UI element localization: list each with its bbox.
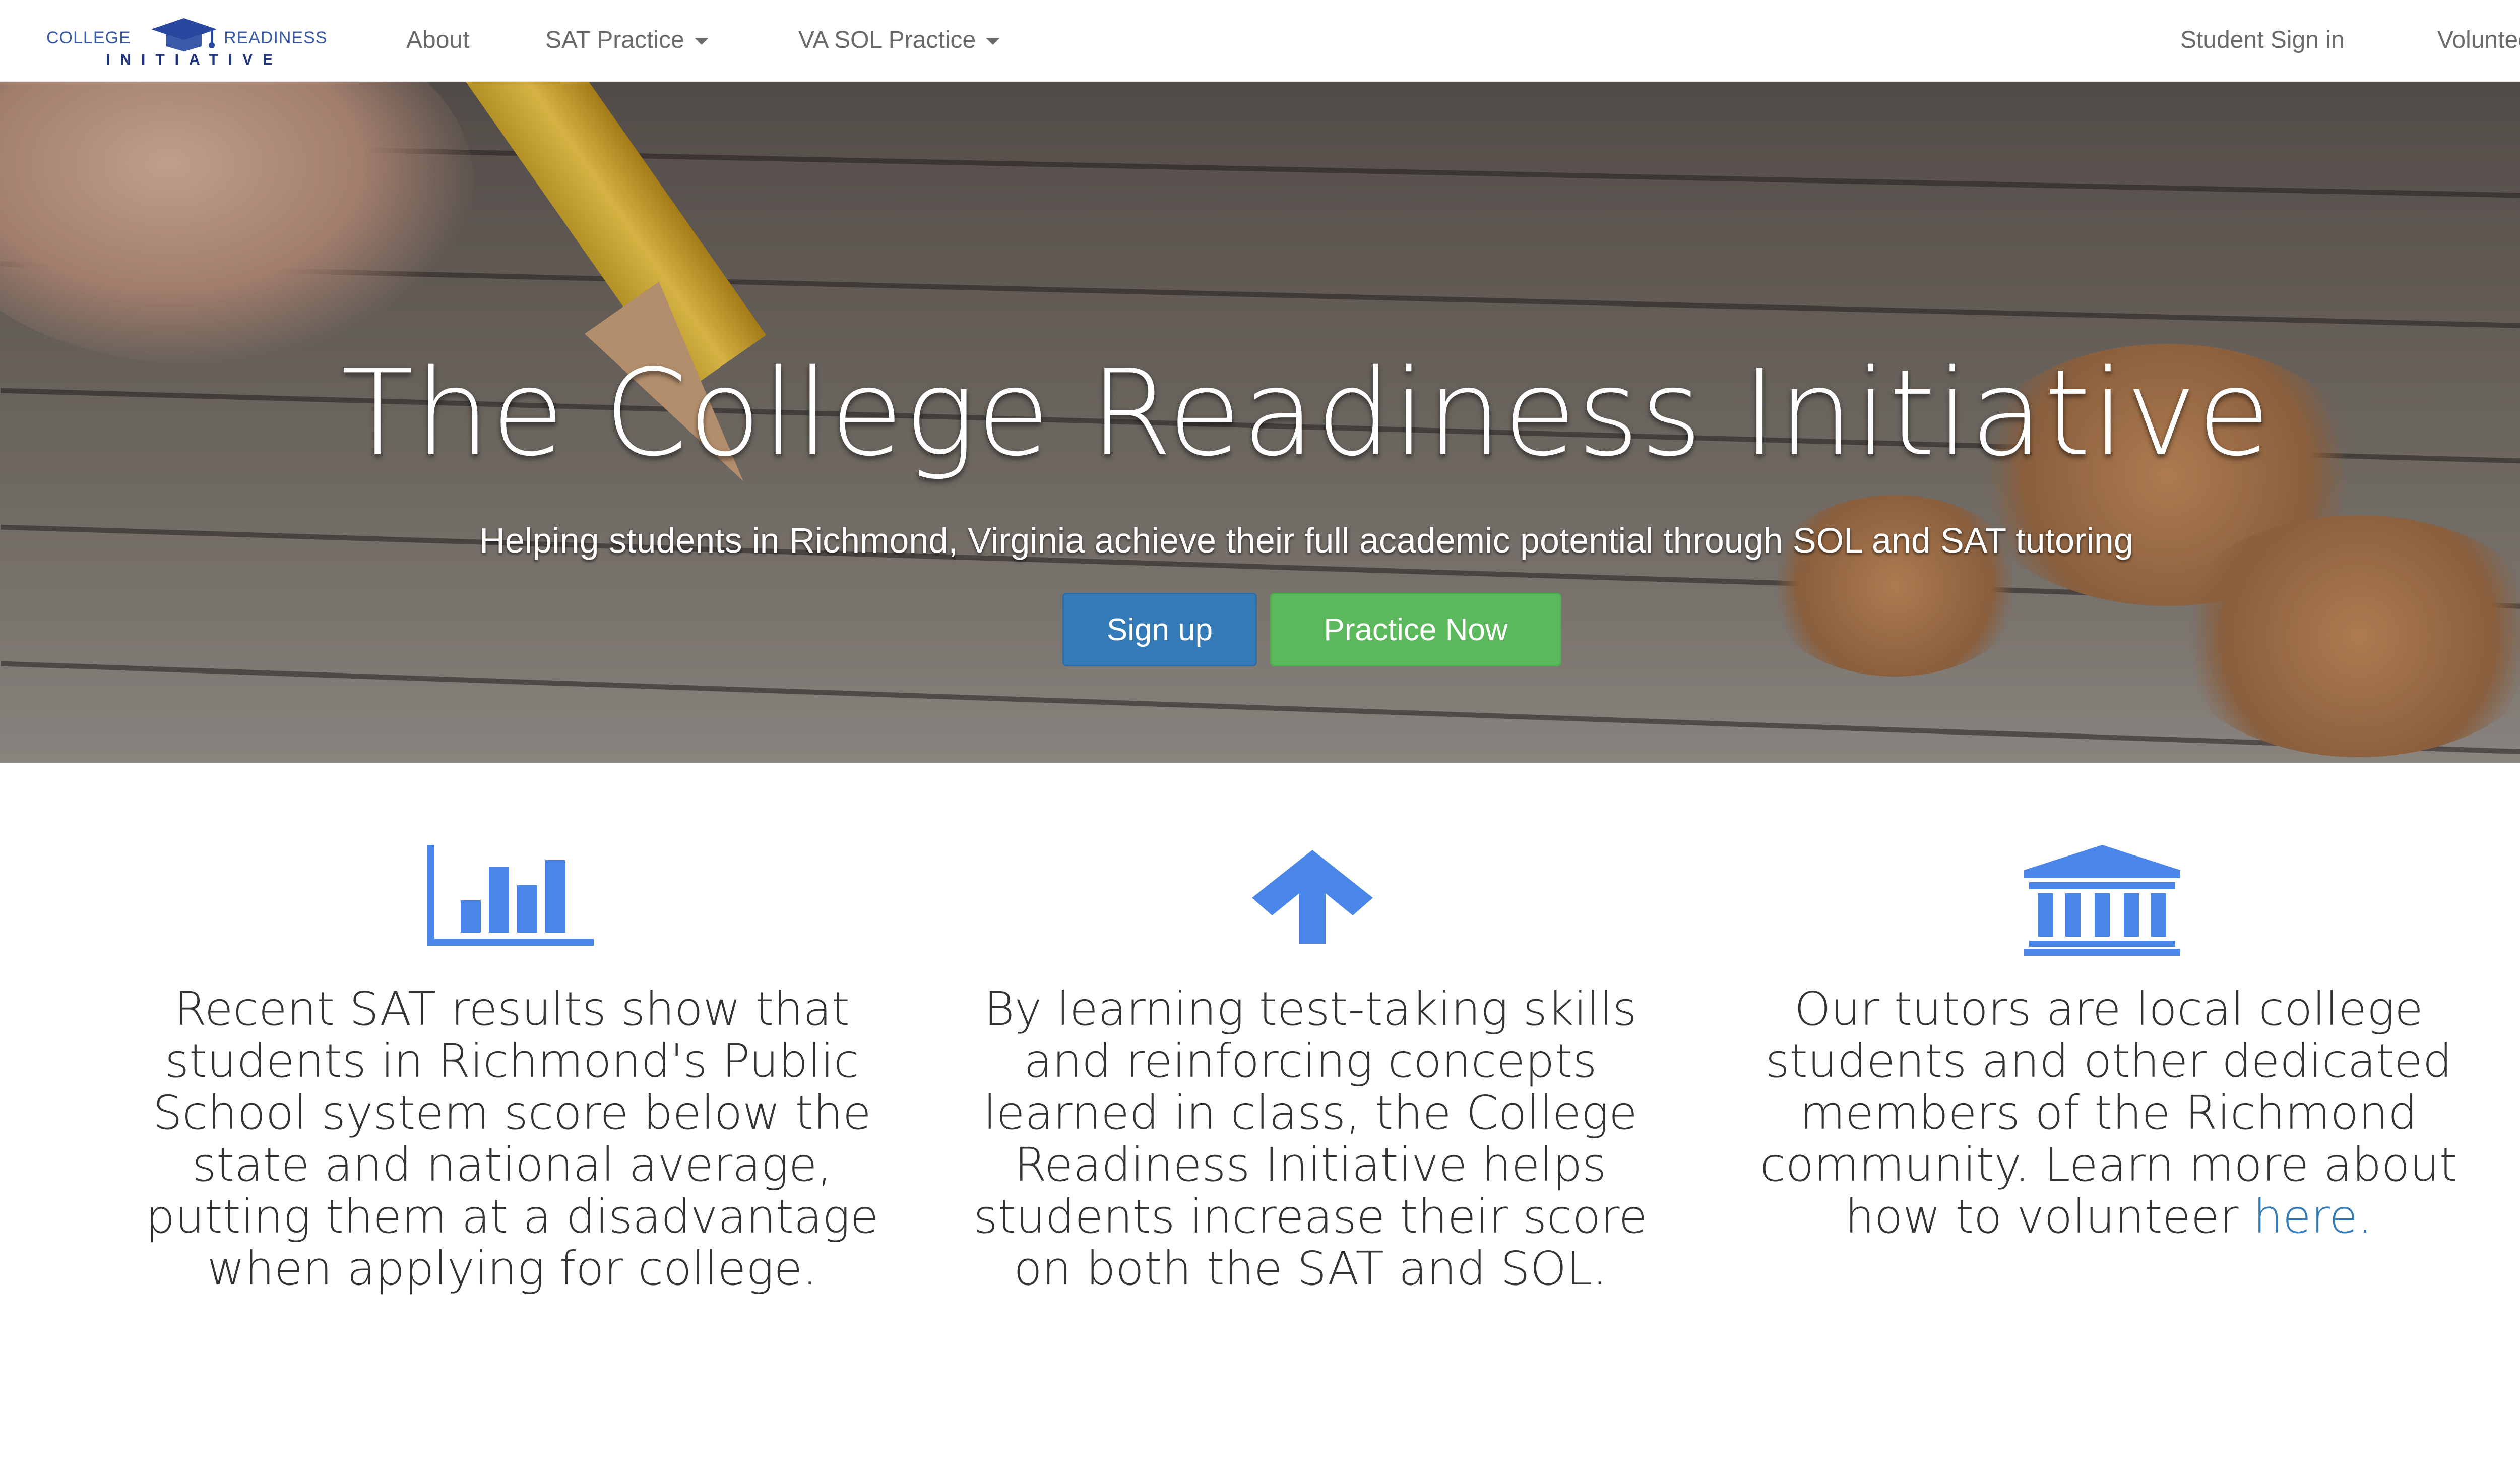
hero-subtitle: Helping students in Richmond, Virginia a… bbox=[479, 521, 2133, 560]
bar-chart-icon bbox=[427, 845, 594, 948]
nav-va-sol-practice[interactable]: VA SOL Practice bbox=[798, 25, 1000, 55]
feature-text-sat-results: Recent SAT results show that students in… bbox=[145, 982, 879, 1296]
feature-text-test-skills: By learning test-taking skills and reinf… bbox=[973, 982, 1648, 1296]
arrow-up-icon bbox=[1247, 845, 1378, 948]
hero-banner: The College Readiness Initiative Helping… bbox=[0, 82, 2520, 763]
nav-volunteer[interactable]: Volunteer bbox=[2437, 25, 2520, 55]
graduation-cap-icon bbox=[151, 18, 217, 51]
top-navbar: COLLEGE READINESS INITIATIVE About SAT P… bbox=[0, 0, 2520, 82]
institution-icon bbox=[2024, 845, 2180, 958]
nav-about[interactable]: About bbox=[406, 25, 469, 55]
caret-down-icon bbox=[694, 38, 709, 45]
volunteer-here-link[interactable]: here. bbox=[2253, 1190, 2373, 1244]
nav-student-sign-in[interactable]: Student Sign in bbox=[2180, 25, 2345, 55]
sign-up-button[interactable]: Sign up bbox=[1062, 593, 1257, 666]
hero-title: The College Readiness Initiative bbox=[341, 344, 2272, 482]
brand-logo[interactable]: COLLEGE READINESS INITIATIVE bbox=[46, 13, 339, 71]
feature-text-tutors: Our tutors are local college students an… bbox=[1736, 983, 2482, 1243]
nav-sat-practice-label: SAT Practice bbox=[545, 27, 684, 53]
nav-va-sol-practice-label: VA SOL Practice bbox=[798, 27, 976, 53]
brand-word-college: COLLEGE bbox=[46, 28, 131, 47]
practice-now-button[interactable]: Practice Now bbox=[1270, 593, 1561, 666]
nav-sat-practice[interactable]: SAT Practice bbox=[545, 25, 709, 55]
brand-word-readiness: READINESS bbox=[224, 28, 328, 47]
caret-down-icon bbox=[986, 38, 1000, 45]
brand-word-initiative: INITIATIVE bbox=[106, 51, 283, 68]
